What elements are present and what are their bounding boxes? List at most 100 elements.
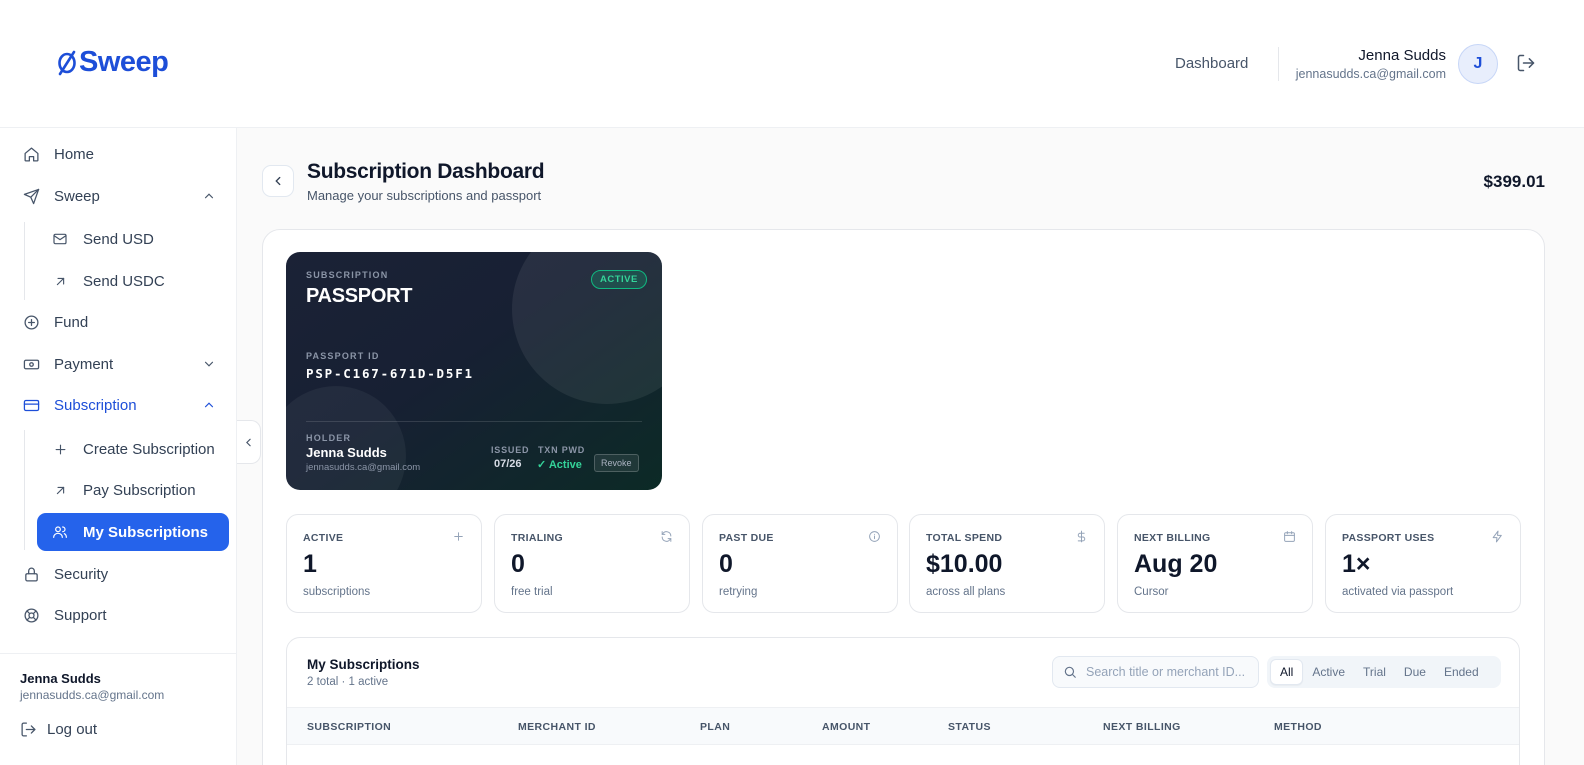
status-filter-group: All Active Trial Due Ended bbox=[1267, 656, 1501, 688]
sidebar-item-security[interactable]: Security bbox=[14, 555, 230, 593]
sidebar-item-create-subscription[interactable]: Create Subscription bbox=[37, 430, 229, 468]
passport-title: PASSPORT bbox=[306, 285, 413, 307]
logout-label: Log out bbox=[47, 721, 98, 738]
column-header-amount[interactable]: AMOUNT bbox=[822, 721, 870, 733]
sidebar-item-payment[interactable]: Payment bbox=[14, 345, 230, 383]
issued-label: ISSUED bbox=[491, 445, 530, 455]
stat-card-total-spend: TOTAL SPEND $10.00 across all plans bbox=[909, 514, 1105, 613]
arrow-up-right-icon bbox=[51, 481, 69, 499]
table-header: SUBSCRIPTION MERCHANT ID PLAN AMOUNT STA… bbox=[287, 707, 1519, 745]
lock-icon bbox=[22, 565, 40, 583]
subscriptions-count: 2 total · 1 active bbox=[307, 676, 389, 688]
stat-label: TOTAL SPEND bbox=[926, 532, 1003, 544]
card-divider bbox=[306, 421, 642, 422]
passport-id: PSP-C167-671D-D5F1 bbox=[306, 366, 474, 381]
sidebar-item-sweep[interactable]: Sweep bbox=[14, 177, 230, 215]
dollar-icon bbox=[1075, 530, 1088, 543]
revoke-button[interactable]: Revoke bbox=[594, 454, 639, 472]
holder-label: HOLDER bbox=[306, 433, 352, 443]
banknote-icon bbox=[22, 355, 40, 373]
stat-value: 0 bbox=[719, 550, 733, 578]
subscriptions-title: My Subscriptions bbox=[307, 657, 420, 672]
sidebar-item-support[interactable]: Support bbox=[14, 596, 230, 634]
header-user-email: jennasudds.ca@gmail.com bbox=[1295, 67, 1446, 81]
stat-value: 0 bbox=[511, 550, 525, 578]
brand-name: Sweep bbox=[79, 46, 169, 78]
sidebar-item-label: Sweep bbox=[54, 187, 100, 205]
column-header-plan[interactable]: PLAN bbox=[700, 721, 730, 733]
stat-value: 1× bbox=[1342, 550, 1371, 578]
stat-value: 1 bbox=[303, 550, 317, 578]
sidebar-item-label: Subscription bbox=[54, 396, 137, 414]
sidebar: Home Sweep Send USD Send USDC Fund Payme… bbox=[0, 128, 237, 765]
filter-ended[interactable]: Ended bbox=[1435, 659, 1488, 685]
stat-value: $10.00 bbox=[926, 550, 1003, 578]
sidebar-item-label: Send USD bbox=[83, 230, 154, 248]
stat-sub: retrying bbox=[719, 586, 758, 598]
search-box[interactable] bbox=[1052, 656, 1259, 688]
back-button[interactable] bbox=[262, 165, 294, 197]
stat-sub: activated via passport bbox=[1342, 586, 1454, 598]
stat-card-trialing: TRIALING 0 free trial bbox=[494, 514, 690, 613]
chevron-up-icon bbox=[202, 398, 216, 412]
stat-label: NEXT BILLING bbox=[1134, 532, 1211, 544]
page-subtitle: Manage your subscriptions and passport bbox=[307, 188, 542, 203]
subscriptions-table-card: My Subscriptions 2 total · 1 active All … bbox=[286, 637, 1520, 765]
column-header-merchant-id[interactable]: MERCHANT ID bbox=[518, 721, 596, 733]
sidebar-collapse-button[interactable] bbox=[237, 420, 261, 464]
sidebar-item-send-usdc[interactable]: Send USDC bbox=[37, 262, 229, 300]
sidebar-item-label: Create Subscription bbox=[83, 440, 215, 458]
avatar[interactable]: J bbox=[1458, 44, 1498, 84]
filter-all[interactable]: All bbox=[1270, 659, 1304, 685]
column-header-method[interactable]: METHOD bbox=[1274, 721, 1322, 733]
stat-card-passport-uses: PASSPORT USES 1× activated via passport bbox=[1325, 514, 1521, 613]
stat-sub: free trial bbox=[511, 586, 553, 598]
plus-icon bbox=[51, 440, 69, 458]
filter-trial[interactable]: Trial bbox=[1354, 659, 1395, 685]
filter-active[interactable]: Active bbox=[1303, 659, 1354, 685]
subscription-tree-line bbox=[24, 430, 25, 550]
column-header-next-billing[interactable]: NEXT BILLING bbox=[1103, 721, 1181, 733]
home-icon bbox=[22, 145, 40, 163]
sidebar-item-label: Support bbox=[54, 606, 107, 624]
users-icon bbox=[51, 523, 69, 541]
stat-sub: subscriptions bbox=[303, 586, 371, 598]
passport-card: SUBSCRIPTION PASSPORT ACTIVE PASSPORT ID… bbox=[286, 252, 662, 490]
logout-icon[interactable] bbox=[1516, 53, 1536, 73]
chevron-down-icon bbox=[202, 357, 216, 371]
stat-value: Aug 20 bbox=[1134, 550, 1218, 578]
sidebar-item-label: Payment bbox=[54, 355, 114, 373]
sidebar-item-my-subscriptions[interactable]: My Subscriptions bbox=[37, 513, 229, 551]
sidebar-item-home[interactable]: Home bbox=[14, 135, 230, 173]
lifebuoy-icon bbox=[22, 606, 40, 624]
sidebar-item-send-usd[interactable]: Send USD bbox=[37, 220, 229, 258]
sidebar-item-subscription[interactable]: Subscription bbox=[14, 386, 230, 424]
sidebar-footer: Jenna Sudds jennasudds.ca@gmail.com Log … bbox=[0, 653, 236, 765]
stat-label: ACTIVE bbox=[303, 532, 344, 544]
holder-name: Jenna Sudds bbox=[306, 445, 387, 460]
mail-icon bbox=[51, 230, 69, 248]
user-info: Jenna Sudds jennasudds.ca@gmail.com bbox=[1296, 47, 1446, 81]
txn-pwd-label: TXN PWD bbox=[538, 445, 586, 455]
logout-icon bbox=[21, 722, 36, 737]
search-input[interactable] bbox=[1086, 665, 1251, 679]
chevron-left-icon bbox=[275, 176, 281, 186]
sweep-logo[interactable]: Sweep bbox=[56, 46, 169, 79]
sidebar-user-name: Jenna Sudds bbox=[20, 671, 101, 686]
chevron-left-icon bbox=[246, 438, 251, 446]
sidebar-logout-button[interactable]: Log out bbox=[20, 721, 97, 738]
credit-card-icon bbox=[22, 396, 40, 414]
info-icon bbox=[868, 530, 881, 543]
passport-status-badge: ACTIVE bbox=[591, 270, 647, 289]
sidebar-item-label: My Subscriptions bbox=[83, 523, 209, 541]
stat-card-active: ACTIVE 1 subscriptions bbox=[286, 514, 482, 613]
nav-dashboard-link[interactable]: Dashboard bbox=[1175, 55, 1248, 72]
sidebar-item-pay-subscription[interactable]: Pay Subscription bbox=[37, 471, 229, 509]
plus-icon bbox=[452, 530, 465, 543]
filter-due[interactable]: Due bbox=[1395, 659, 1435, 685]
plus-circle-icon bbox=[22, 313, 40, 331]
column-header-status[interactable]: STATUS bbox=[948, 721, 991, 733]
column-header-subscription[interactable]: SUBSCRIPTION bbox=[307, 721, 391, 733]
sidebar-item-fund[interactable]: Fund bbox=[14, 303, 230, 341]
refresh-icon bbox=[660, 530, 673, 543]
